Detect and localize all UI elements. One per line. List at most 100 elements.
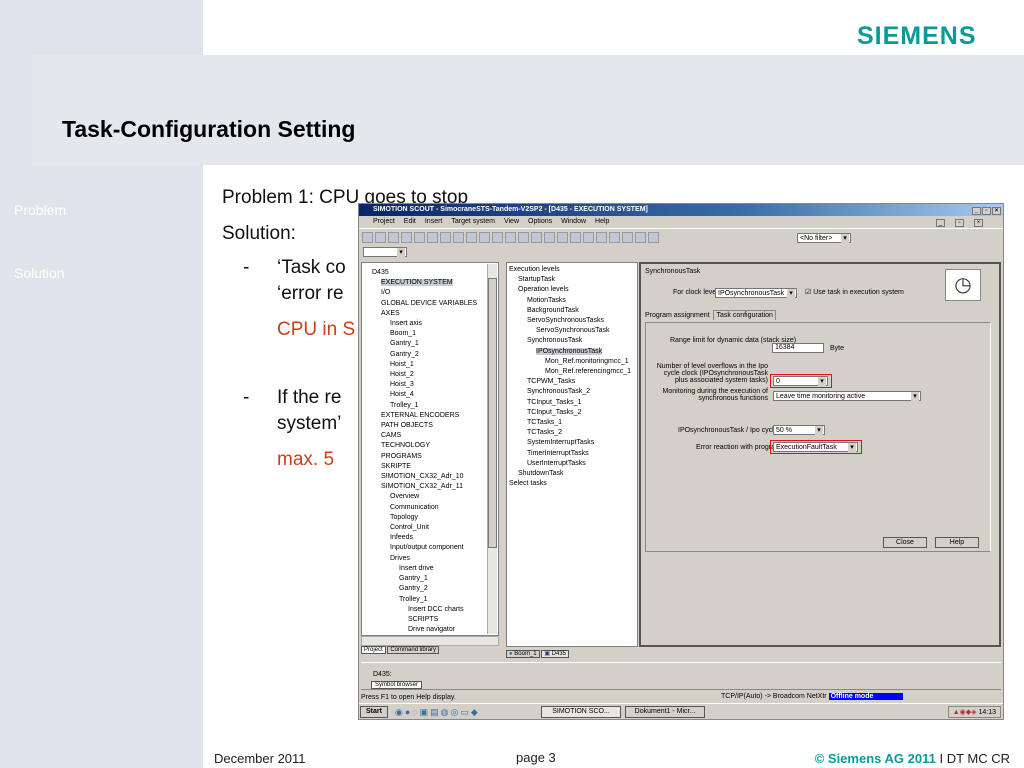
- error-reaction-dropdown[interactable]: ExecutionFaultTask: [773, 442, 858, 452]
- start-button[interactable]: Start: [360, 706, 388, 718]
- cut-icon[interactable]: [427, 232, 438, 243]
- print-icon[interactable]: [414, 232, 425, 243]
- tree-item[interactable]: Insert drive: [372, 564, 498, 574]
- doc-restore-button[interactable]: ▫: [955, 219, 964, 227]
- restart-icon[interactable]: [648, 232, 659, 243]
- tree-item[interactable]: Hoist_3: [372, 380, 498, 390]
- tree-item[interactable]: Boom_1: [372, 329, 498, 339]
- restore-button[interactable]: ▫: [982, 207, 991, 215]
- horizontal-scrollbar[interactable]: [361, 636, 499, 646]
- tree-item[interactable]: IPOsynchronousTask: [509, 347, 637, 357]
- tree-item[interactable]: Topology: [372, 513, 498, 523]
- tree-item[interactable]: SynchronousTask: [509, 336, 637, 346]
- vertical-scrollbar[interactable]: [487, 264, 497, 634]
- compare-icon[interactable]: [583, 232, 594, 243]
- tree-item[interactable]: Drive navigator: [372, 625, 498, 635]
- tree-item[interactable]: ShutdownTask: [509, 469, 637, 479]
- use-task-checkbox[interactable]: ☑ Use task in execution system: [805, 288, 904, 296]
- tree-item[interactable]: SCRIPTS: [372, 615, 498, 625]
- redo-icon[interactable]: [479, 232, 490, 243]
- tree-item[interactable]: TCInput_Tasks_1: [509, 398, 637, 408]
- tree-item[interactable]: Gantry_1: [372, 574, 498, 584]
- tree-item[interactable]: Hoist_2: [372, 370, 498, 380]
- tab-symbol-browser[interactable]: Symbol browser: [371, 681, 423, 689]
- tree-item[interactable]: TimerInterruptTasks: [509, 449, 637, 459]
- tree-item[interactable]: Insert axis: [372, 319, 498, 329]
- tree-item[interactable]: SystemInterruptTasks: [509, 438, 637, 448]
- tree-item[interactable]: SIMOTION_CX32_Adr_11: [372, 482, 498, 492]
- save-compile-icon[interactable]: [401, 232, 412, 243]
- connect-icon[interactable]: [505, 232, 516, 243]
- filter-dropdown[interactable]: <No filter>: [797, 233, 851, 243]
- clock-level-dropdown[interactable]: IPOsynchronousTask: [715, 288, 797, 298]
- overflow-dropdown[interactable]: 0: [773, 376, 828, 386]
- tab-command-library[interactable]: Command library: [387, 646, 440, 654]
- paste-icon[interactable]: [453, 232, 464, 243]
- tree-item[interactable]: EXTERNAL ENCODERS: [372, 411, 498, 421]
- save-icon[interactable]: [388, 232, 399, 243]
- menu-target-system[interactable]: Target system: [451, 218, 495, 225]
- delete-icon[interactable]: [518, 232, 529, 243]
- tree-item[interactable]: Hoist_1: [372, 360, 498, 370]
- copy-icon[interactable]: [440, 232, 451, 243]
- tab-project[interactable]: Project: [361, 646, 386, 654]
- menu-help[interactable]: Help: [595, 218, 609, 225]
- tree-item[interactable]: AXES: [372, 309, 498, 319]
- menu-edit[interactable]: Edit: [404, 218, 416, 225]
- tree-item[interactable]: TCPWM_Tasks: [509, 377, 637, 387]
- taskbar-item-simotion[interactable]: SIMOTION SCO...: [541, 706, 621, 718]
- monitoring-dropdown[interactable]: Leave time monitoring active: [773, 391, 921, 401]
- tree-item[interactable]: ServoSynchronousTasks: [509, 316, 637, 326]
- tree-item[interactable]: Trolley_1: [372, 595, 498, 605]
- doc-close-button[interactable]: ×: [974, 219, 983, 227]
- tree-item[interactable]: Input/output component: [372, 543, 498, 553]
- tree-item[interactable]: UserInterruptTasks: [509, 459, 637, 469]
- menu-insert[interactable]: Insert: [425, 218, 443, 225]
- tree-item[interactable]: SIMOTION_CX32_Adr_10: [372, 472, 498, 482]
- tree-item[interactable]: Control_Unit: [372, 523, 498, 533]
- tree-item[interactable]: PROGRAMS: [372, 452, 498, 462]
- tree-item[interactable]: Infeeds: [372, 533, 498, 543]
- tree-item[interactable]: Gantry_2: [372, 350, 498, 360]
- properties-icon[interactable]: [531, 232, 542, 243]
- menu-window[interactable]: Window: [561, 218, 586, 225]
- menu-options[interactable]: Options: [528, 218, 552, 225]
- tree-item[interactable]: Mon_Ref.monitoringmcc_1: [509, 357, 637, 367]
- tree-item[interactable]: SynchronousTask_2: [509, 387, 637, 397]
- upload-icon[interactable]: [570, 232, 581, 243]
- tree-item[interactable]: SKRIPTE: [372, 462, 498, 472]
- undo-icon[interactable]: [466, 232, 477, 243]
- trace-icon[interactable]: [609, 232, 620, 243]
- tree-item[interactable]: CAMS: [372, 431, 498, 441]
- run-icon[interactable]: [622, 232, 633, 243]
- tree-item[interactable]: TECHNOLOGY: [372, 441, 498, 451]
- tab-d435[interactable]: ▣ D435: [541, 650, 570, 658]
- menu-view[interactable]: View: [504, 218, 519, 225]
- tree-item[interactable]: ServoSynchronousTask: [509, 326, 637, 336]
- tree-item[interactable]: BackgroundTask: [509, 306, 637, 316]
- stop-icon[interactable]: [635, 232, 646, 243]
- ipo-ratio-dropdown[interactable]: 50 %: [773, 425, 825, 435]
- tray-icons[interactable]: ▲◉◆◈: [953, 709, 977, 716]
- tree-item[interactable]: StartupTask: [509, 275, 637, 285]
- tree-item[interactable]: TCTasks_2: [509, 428, 637, 438]
- open-icon[interactable]: [375, 232, 386, 243]
- tree-item[interactable]: Mon_Ref.referencingmcc_1: [509, 367, 637, 377]
- tree-item[interactable]: Gantry_1: [372, 339, 498, 349]
- tree-item[interactable]: Select tasks: [509, 479, 637, 489]
- tree-item[interactable]: EXECUTION SYSTEM: [372, 278, 498, 288]
- sidebar-item-solution[interactable]: Solution: [14, 265, 65, 281]
- tab-boom-1[interactable]: ● Boom_1: [506, 650, 540, 658]
- tree-item[interactable]: Hoist_4: [372, 390, 498, 400]
- tree-item[interactable]: Overview: [372, 492, 498, 502]
- minimize-button[interactable]: _: [972, 207, 981, 215]
- tree-item[interactable]: MotionTasks: [509, 296, 637, 306]
- tree-item[interactable]: Operation levels: [509, 285, 637, 295]
- menu-project[interactable]: Project: [373, 218, 395, 225]
- control-panel-icon[interactable]: [596, 232, 607, 243]
- online-icon[interactable]: [544, 232, 555, 243]
- tree-item[interactable]: GLOBAL DEVICE VARIABLES: [372, 299, 498, 309]
- tab-task-configuration[interactable]: Task configuration: [713, 310, 776, 320]
- tree-item[interactable]: Insert DCC charts: [372, 605, 498, 615]
- taskbar-item-dokument[interactable]: Dokument1 - Micr...: [625, 706, 705, 718]
